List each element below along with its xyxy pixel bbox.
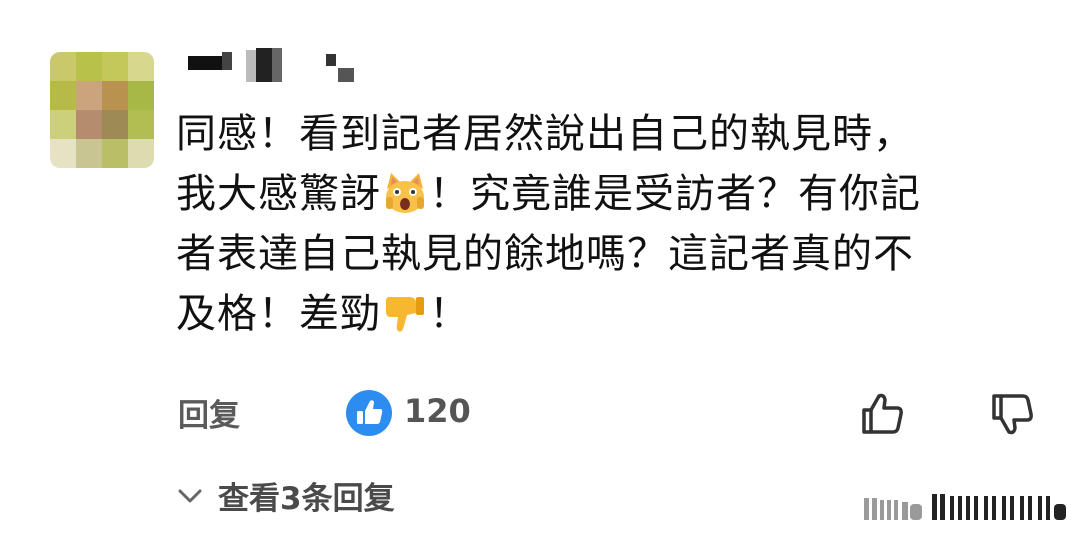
comment-line-1: 同感！看到記者居然說出自己的執見時，	[176, 111, 914, 157]
thumbs-up-icon[interactable]	[346, 390, 392, 436]
comment-line-2: 我大感驚訝 ！究竟誰是受訪者？有你記	[176, 171, 921, 217]
thumbs-down-outline-icon[interactable]	[988, 390, 1036, 438]
chevron-down-icon	[178, 489, 202, 502]
comment-line-4: 及格！差勁 ！	[176, 291, 470, 337]
scream-cat-emoji	[386, 173, 424, 213]
reply-button[interactable]: 回复	[178, 390, 240, 435]
like-count: 120	[404, 392, 471, 430]
view-replies-label: 查看3条回复	[218, 481, 395, 517]
username-redacted	[188, 48, 388, 84]
view-replies-link[interactable]: 查看3条回复	[176, 473, 395, 518]
thumbs-down-emoji	[386, 297, 424, 332]
avatar[interactable]	[50, 52, 154, 168]
thumbs-up-outline-icon[interactable]	[858, 390, 906, 438]
comment-text: 同感！看到記者居然說出自己的執見時， 我大感驚訝 ！究竟誰是受訪者？有你記 者表…	[176, 104, 1046, 344]
comment-line-3: 者表達自己執見的餘地嗎？這記者真的不	[176, 231, 914, 277]
watermark-logo	[864, 494, 1066, 520]
